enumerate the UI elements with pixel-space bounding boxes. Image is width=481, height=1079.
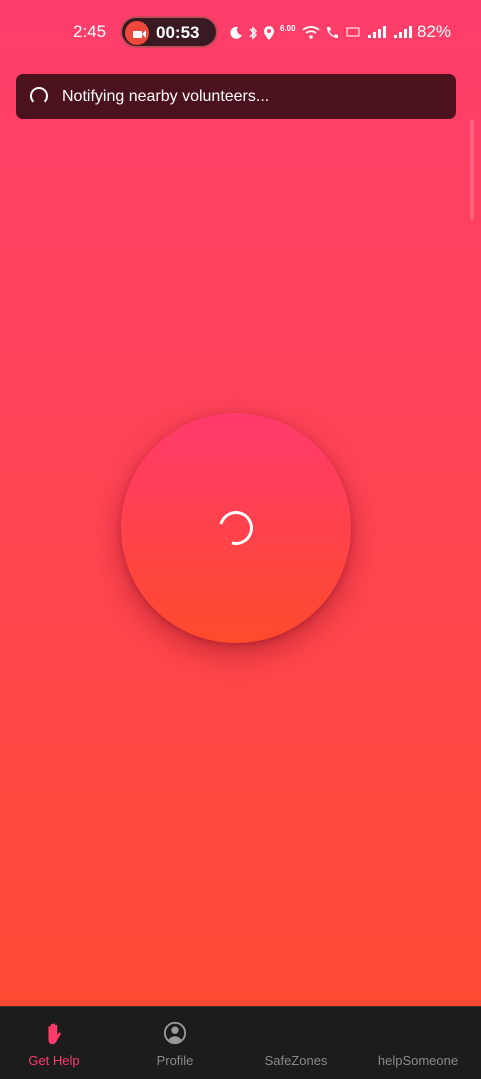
scroll-indicator bbox=[470, 120, 474, 220]
nav-label-help-someone: helpSomeone bbox=[377, 1053, 459, 1068]
screen-recording-indicator[interactable]: 00:53 bbox=[120, 16, 218, 48]
nav-label-get-help: Get Help bbox=[28, 1053, 80, 1068]
signal-strength-icon bbox=[368, 26, 386, 38]
network-speed: 6.00 bbox=[280, 24, 296, 33]
bottom-navigation: Get Help Profile SafeZones helpSomeone bbox=[0, 1006, 481, 1079]
nav-item-safezones[interactable]: SafeZones bbox=[251, 1007, 341, 1079]
nav-label-safezones: SafeZones bbox=[264, 1053, 328, 1068]
user-circle-icon bbox=[163, 1021, 187, 1045]
moon-icon bbox=[230, 26, 242, 39]
video-camera-icon bbox=[125, 21, 149, 45]
notification-toast: Notifying nearby volunteers... bbox=[16, 74, 456, 119]
bluetooth-icon bbox=[249, 26, 258, 40]
volte-icon bbox=[346, 27, 360, 37]
nav-item-help-someone[interactable]: helpSomeone bbox=[370, 1007, 466, 1079]
loading-spinner-icon bbox=[30, 87, 48, 105]
status-time: 2:45 bbox=[73, 22, 107, 41]
raised-hand-icon bbox=[48, 1023, 61, 1045]
nav-item-profile[interactable]: Profile bbox=[135, 1007, 215, 1079]
loading-spinner-icon bbox=[212, 504, 260, 552]
wifi-calling-icon bbox=[327, 27, 338, 38]
recording-timer: 00:53 bbox=[156, 23, 200, 42]
wifi-icon bbox=[302, 26, 320, 39]
nav-item-get-help[interactable]: Get Help bbox=[14, 1007, 94, 1079]
help-button[interactable] bbox=[121, 413, 351, 643]
location-icon bbox=[264, 26, 274, 40]
status-bar: 2:45 00:53 6.00 82% bbox=[0, 0, 481, 62]
signal-strength-2-icon bbox=[394, 26, 412, 38]
nav-label-profile: Profile bbox=[156, 1053, 194, 1068]
battery-level: 82% bbox=[417, 22, 452, 41]
toast-message: Notifying nearby volunteers... bbox=[62, 88, 270, 105]
